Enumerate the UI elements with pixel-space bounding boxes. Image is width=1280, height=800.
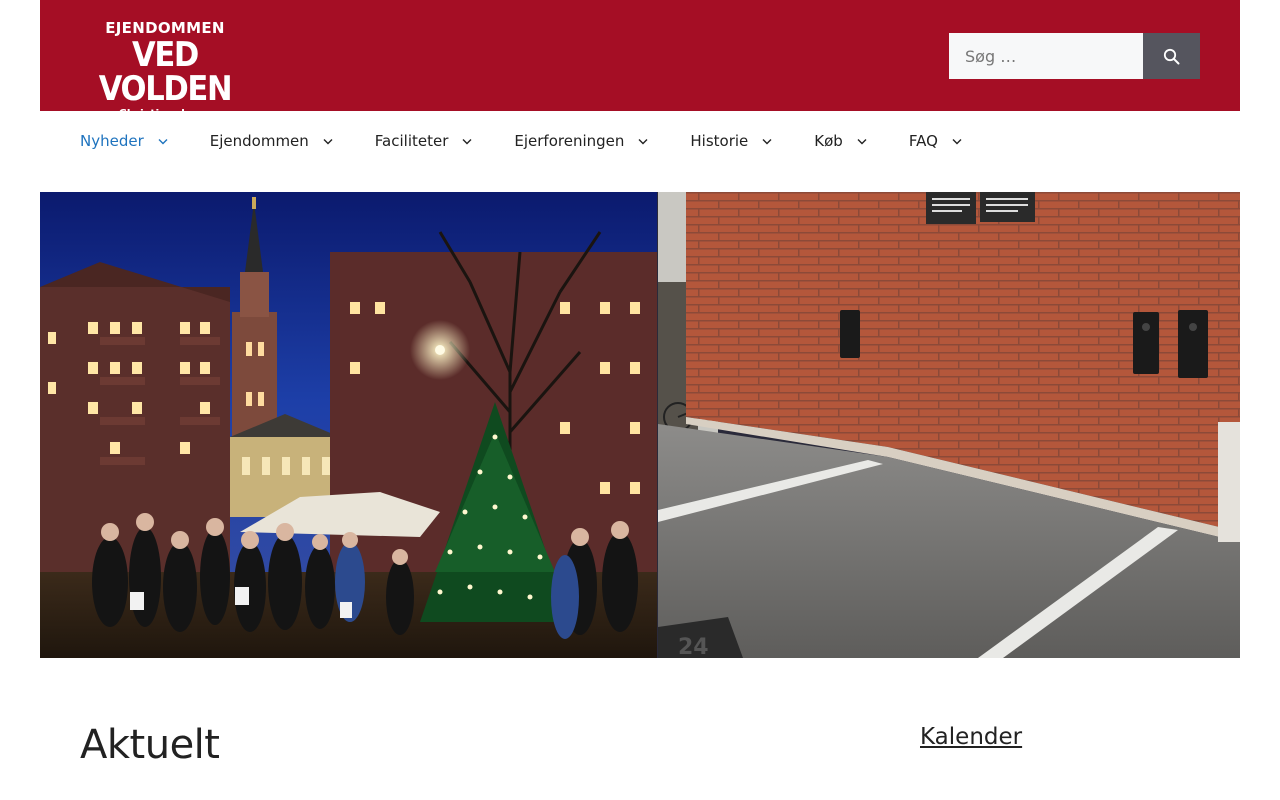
search-input[interactable] <box>949 33 1143 79</box>
nav-menu: Nyheder Ejendommen Faciliteter Ejerforening… <box>80 111 962 171</box>
search-button[interactable] <box>1143 33 1200 79</box>
nav-item-label: Køb <box>814 132 843 150</box>
hero-banner: 24 <box>40 192 1240 658</box>
nav-item-label: FAQ <box>908 132 938 150</box>
main-navigation: Nyheder Ejendommen Faciliteter Ejerforening… <box>40 111 1240 171</box>
nav-item-label: Historie <box>690 132 749 150</box>
chevron-down-icon[interactable] <box>762 138 772 145</box>
hero-image-ev-chargers: 24 <box>658 192 1240 658</box>
chevron-down-icon[interactable] <box>158 138 168 145</box>
nav-item-label: Faciliteter <box>374 132 449 150</box>
site-logo[interactable]: EJENDOMMEN VED VOLDEN Christianshavn <box>80 18 250 120</box>
site-container: EJENDOMMEN VED VOLDEN Christianshavn Nyh… <box>40 0 1240 800</box>
chevron-down-icon[interactable] <box>952 138 962 145</box>
chevron-down-icon[interactable] <box>462 138 472 145</box>
nav-item-label: Ejerforeningen <box>514 132 625 150</box>
nav-item-label: Nyheder <box>80 132 144 150</box>
page-title: Aktuelt <box>80 722 220 768</box>
sidebar-calendar-link[interactable]: Kalender <box>920 724 1022 750</box>
nav-item-historie[interactable]: Historie <box>690 111 772 171</box>
nav-item-nyheder[interactable]: Nyheder <box>80 111 168 171</box>
nav-item-faq[interactable]: FAQ <box>909 111 962 171</box>
search-form <box>949 33 1200 79</box>
nav-item-ejendommen[interactable]: Ejendommen <box>210 111 333 171</box>
hero-image-christmas-tree <box>40 192 657 658</box>
chevron-down-icon[interactable] <box>323 138 333 145</box>
nav-item-label: Ejendommen <box>209 132 309 150</box>
logo-main-text: VED VOLDEN <box>98 35 233 109</box>
site-header: EJENDOMMEN VED VOLDEN Christianshavn <box>40 0 1240 120</box>
chevron-down-icon[interactable] <box>638 138 648 145</box>
search-icon <box>1163 48 1180 64</box>
nav-item-faciliteter[interactable]: Faciliteter <box>375 111 473 171</box>
svg-text:24: 24 <box>678 635 709 658</box>
nav-item-køb[interactable]: Køb <box>814 111 867 171</box>
nav-item-ejerforeningen[interactable]: Ejerforeningen <box>514 111 648 171</box>
chevron-down-icon[interactable] <box>857 138 867 145</box>
